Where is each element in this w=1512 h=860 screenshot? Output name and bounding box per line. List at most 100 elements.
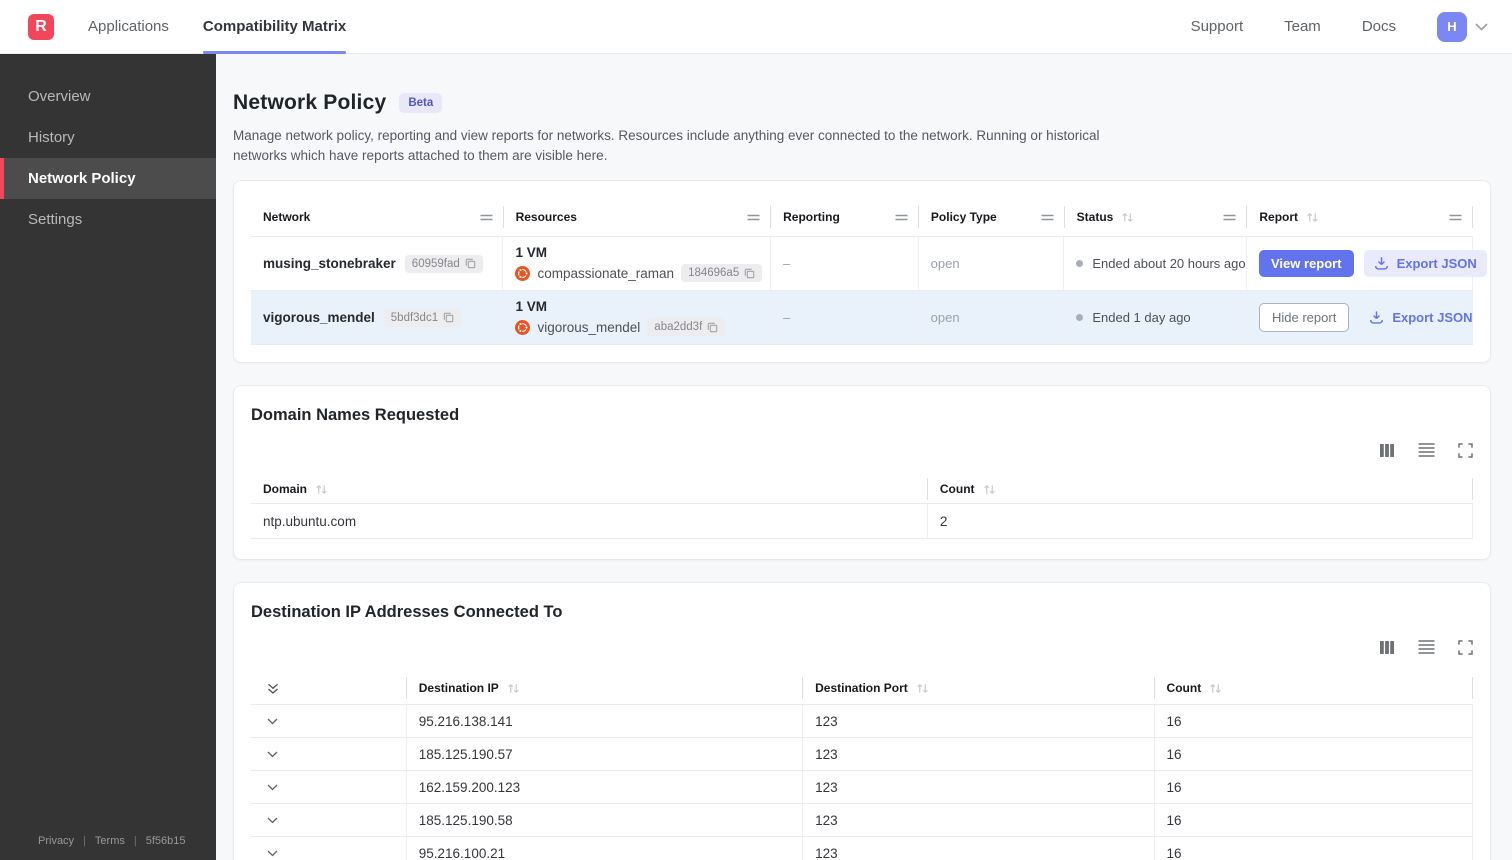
sort-icon[interactable] xyxy=(983,484,996,495)
destination-port-cell: 123 xyxy=(803,771,1155,803)
column-header-domain[interactable]: Domain xyxy=(251,475,928,503)
destinations-table-toolbar xyxy=(251,638,1473,656)
column-header-status[interactable]: Status xyxy=(1065,198,1248,236)
networks-card: Network Resources Reporting Policy Type … xyxy=(233,180,1491,363)
report-toggle-button[interactable]: Hide report xyxy=(1259,303,1350,332)
domains-card-title: Domain Names Requested xyxy=(251,406,460,424)
chevron-down-icon[interactable] xyxy=(267,784,278,791)
copy-icon[interactable] xyxy=(443,312,454,323)
tab-label: Compatibility Matrix xyxy=(202,18,347,35)
sidebar-nav: Overview History Network Policy Settings xyxy=(0,54,216,240)
vm-count: 1 VM xyxy=(515,245,547,260)
column-header-expand[interactable] xyxy=(251,672,407,704)
expand-all-icon[interactable] xyxy=(267,682,279,695)
drag-handle-icon[interactable] xyxy=(1449,214,1462,221)
sort-icon[interactable] xyxy=(1209,683,1222,694)
sort-icon[interactable] xyxy=(1121,212,1134,223)
resources-cell: 1 VM vigorous_mendel aba2dd3f xyxy=(503,291,771,344)
copy-icon[interactable] xyxy=(465,258,476,269)
chevron-down-icon[interactable] xyxy=(1475,22,1488,31)
sidebar-item-overview[interactable]: Overview xyxy=(0,76,216,117)
drag-handle-icon[interactable] xyxy=(747,214,760,221)
nav-link-docs[interactable]: Docs xyxy=(1362,18,1396,35)
sort-icon[interactable] xyxy=(916,683,929,694)
destination-ip-value: 185.125.190.58 xyxy=(418,812,513,828)
column-header-reporting[interactable]: Reporting xyxy=(771,198,919,236)
sidebar-item-settings[interactable]: Settings xyxy=(0,199,216,240)
status-text: Ended about 20 hours ago xyxy=(1092,256,1246,271)
column-header-resources[interactable]: Resources xyxy=(504,198,772,236)
main-content: Network Policy Beta Manage network polic… xyxy=(216,54,1512,860)
nav-link-support[interactable]: Support xyxy=(1191,18,1244,35)
column-header-destination-port[interactable]: Destination Port xyxy=(803,672,1155,704)
sort-icon[interactable] xyxy=(315,484,328,495)
id-text: 5bdf3dc1 xyxy=(390,311,439,324)
column-header-report[interactable]: Report xyxy=(1247,198,1473,236)
drag-handle-icon[interactable] xyxy=(895,214,908,221)
sort-icon[interactable] xyxy=(1306,212,1319,223)
drag-handle-icon[interactable] xyxy=(1223,214,1236,221)
copy-icon[interactable] xyxy=(744,268,755,279)
chevron-down-icon[interactable] xyxy=(267,850,278,857)
chevron-down-icon[interactable] xyxy=(267,751,278,758)
rows-icon[interactable] xyxy=(1418,640,1435,654)
rows-icon[interactable] xyxy=(1418,443,1435,457)
destination-ip-value: 95.216.138.141 xyxy=(418,713,513,729)
sidebar-item-network-policy[interactable]: Network Policy xyxy=(0,158,216,199)
destination-ip-value: 95.216.100.21 xyxy=(418,845,506,860)
fullscreen-icon[interactable] xyxy=(1458,639,1473,655)
networks-table-header: Network Resources Reporting Policy Type … xyxy=(251,198,1473,236)
copy-icon[interactable] xyxy=(707,322,718,333)
privacy-link[interactable]: Privacy xyxy=(38,835,74,847)
sidebar-item-history[interactable]: History xyxy=(0,117,216,158)
domain-row: ntp.ubuntu.com 2 xyxy=(251,503,1473,539)
chevron-down-icon[interactable] xyxy=(267,718,278,725)
column-header-network[interactable]: Network xyxy=(251,198,504,236)
expand-row-cell[interactable] xyxy=(251,705,407,737)
domains-table-toolbar xyxy=(251,441,1473,459)
destination-ip-cell: 185.125.190.58 xyxy=(407,804,804,836)
count-cell: 16 xyxy=(1155,705,1473,737)
export-json-button[interactable]: Export JSON xyxy=(1359,304,1482,331)
network-cell: musing_stonebraker 60959fad xyxy=(251,237,504,290)
destination-port-value: 123 xyxy=(815,779,838,795)
drag-handle-icon[interactable] xyxy=(1041,214,1054,221)
id-pill: 184696a5 xyxy=(681,264,763,282)
tab-compatibility-matrix[interactable]: Compatibility Matrix xyxy=(186,0,363,54)
page-header: Network Policy Beta xyxy=(233,91,1491,115)
column-header-destination-ip[interactable]: Destination IP xyxy=(407,672,804,704)
drag-handle-icon[interactable] xyxy=(480,214,493,221)
fullscreen-icon[interactable] xyxy=(1458,442,1473,458)
app-logo[interactable]: R xyxy=(28,13,54,40)
destination-row: 95.216.100.21 123 16 xyxy=(251,836,1473,860)
destinations-table-body: 95.216.138.141 123 16 185.125.190.57 123… xyxy=(251,704,1473,860)
report-toggle-button[interactable]: View report xyxy=(1259,250,1354,277)
count-value: 16 xyxy=(1166,812,1182,828)
expand-row-cell[interactable] xyxy=(251,771,407,803)
user-menu[interactable]: H xyxy=(1437,11,1488,42)
column-header-count[interactable]: Count xyxy=(928,475,1473,503)
avatar[interactable]: H xyxy=(1437,11,1467,42)
columns-icon[interactable] xyxy=(1379,640,1395,655)
export-json-button[interactable]: Export JSON xyxy=(1363,250,1487,277)
count-cell: 2 xyxy=(928,504,1473,538)
status-dot xyxy=(1076,260,1084,267)
terms-link[interactable]: Terms xyxy=(95,835,125,847)
page-title: Network Policy xyxy=(233,91,387,114)
expand-row-cell[interactable] xyxy=(251,804,407,836)
columns-icon[interactable] xyxy=(1379,443,1395,458)
expand-row-cell[interactable] xyxy=(251,738,407,770)
destination-row: 95.216.138.141 123 16 xyxy=(251,704,1473,737)
column-header-count[interactable]: Count xyxy=(1155,672,1473,704)
id-text: 60959fad xyxy=(411,257,460,270)
chevron-down-icon[interactable] xyxy=(267,817,278,824)
build-version: 5f56b15 xyxy=(145,835,186,847)
tab-applications[interactable]: Applications xyxy=(71,0,186,54)
destination-port-cell: 123 xyxy=(803,804,1155,836)
expand-row-cell[interactable] xyxy=(251,837,407,860)
count-cell: 16 xyxy=(1155,837,1473,860)
sort-icon[interactable] xyxy=(507,683,520,694)
column-header-policy-type[interactable]: Policy Type xyxy=(919,198,1065,236)
id-pill: aba2dd3f xyxy=(647,318,726,336)
nav-link-team[interactable]: Team xyxy=(1284,18,1321,35)
